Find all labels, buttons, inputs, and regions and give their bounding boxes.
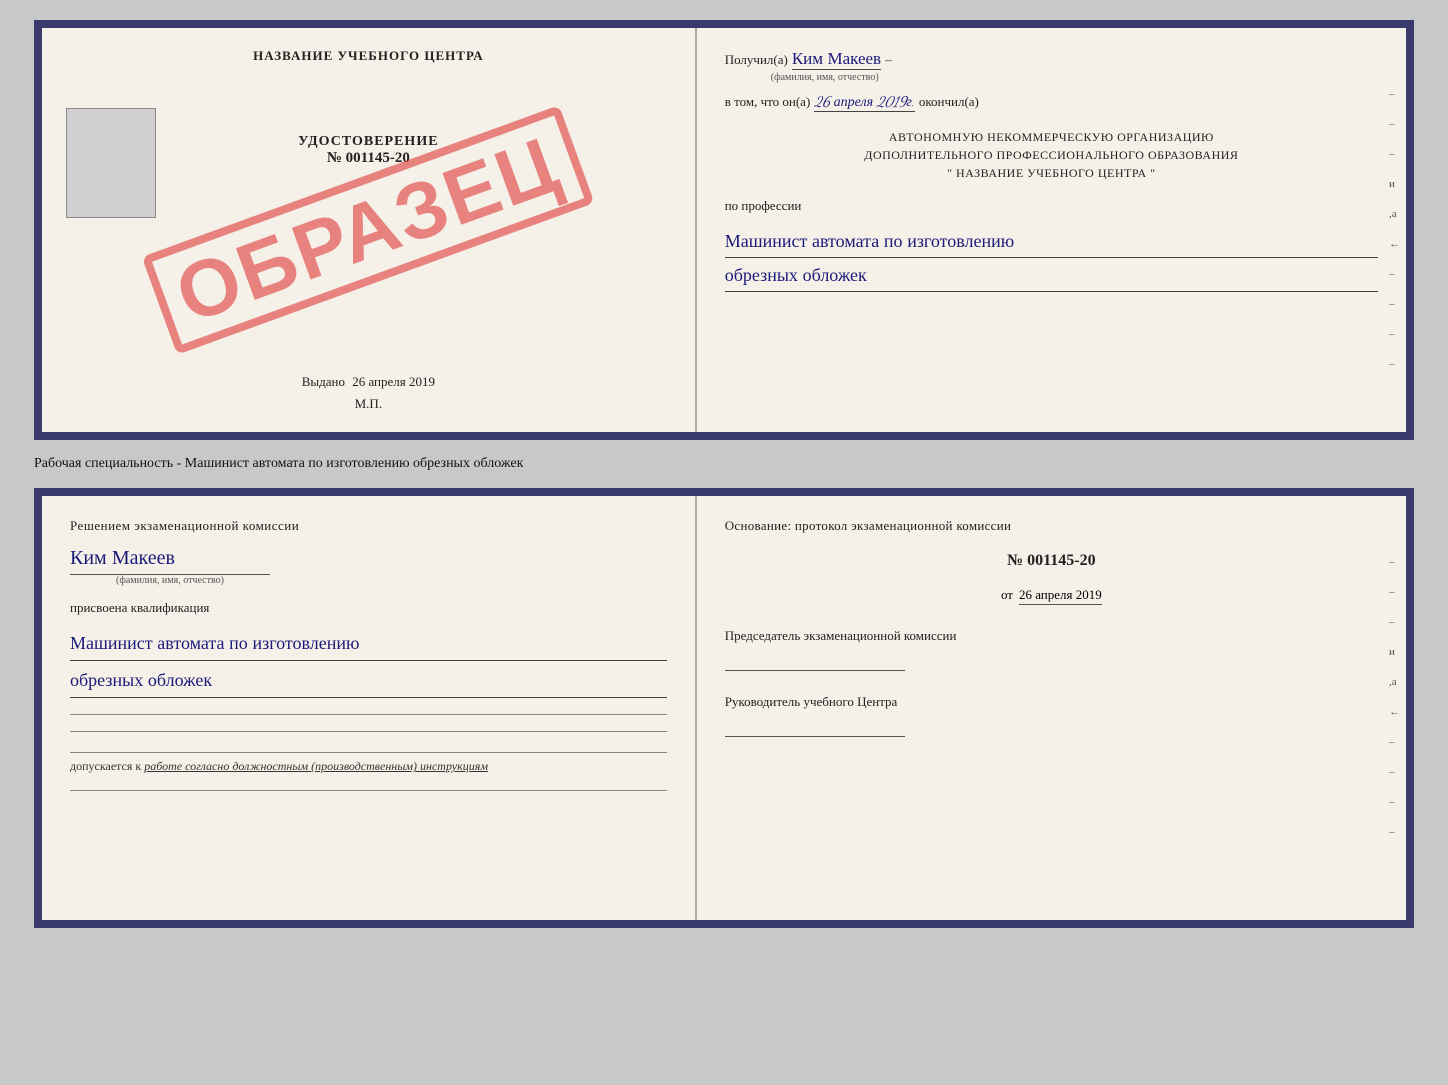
recipient-name: Ким Макеев xyxy=(792,48,881,70)
top-doc-left: НАЗВАНИЕ УЧЕБНОГО ЦЕНТРА ОБРАЗЕЦ УДОСТОВ… xyxy=(42,28,697,432)
protocol-date: 26 апреля 2019 xyxy=(1019,587,1102,605)
rukovoditel-label: Руководитель учебного Центра xyxy=(725,693,1378,711)
udostoverenie-label: УДОСТОВЕРЕНИЕ xyxy=(298,134,438,150)
side-marks-top: – – – и ,а ← – – – – xyxy=(1389,88,1400,370)
profession-block: Машинист автомата по изготовлению обрезн… xyxy=(725,224,1378,292)
caption-text: Рабочая специальность - Машинист автомат… xyxy=(34,452,1414,476)
bottom-document: Решением экзаменационной комиссии Ким Ма… xyxy=(34,488,1414,928)
dopuskaetsya-prefix: допускается к xyxy=(70,759,141,773)
dash-1: – xyxy=(885,52,892,68)
profession-line1: Машинист автомата по изготовлению xyxy=(725,228,1378,258)
dopuskaetsya-text: работе согласно должностным (производств… xyxy=(144,759,488,773)
photo-placeholder xyxy=(66,108,156,218)
ot-label: от xyxy=(1001,587,1013,602)
bottom-name-block: Ким Макеев (фамилия, имя, отчество) xyxy=(70,544,667,588)
komissia-header: Решением экзаменационной комиссии xyxy=(70,516,667,536)
org-line3: " НАЗВАНИЕ УЧЕБНОГО ЦЕНТРА " xyxy=(725,164,1378,182)
qual-line2: обрезных обложек xyxy=(70,665,667,698)
rukovoditel-sig-line xyxy=(725,719,905,737)
vtom-label: в том, что он(а) xyxy=(725,94,811,110)
prisvoena-label: присвоена квалификация xyxy=(70,600,667,616)
bottom-name: Ким Макеев xyxy=(70,546,667,570)
vydano-row: Выдано 26 апреля 2019 xyxy=(302,374,435,390)
protocol-date-row: от 26 апреля 2019 xyxy=(725,586,1378,605)
poluchil-label: Получил(a) xyxy=(725,52,788,68)
vtom-date: 26 апреля 2019г. xyxy=(814,93,915,112)
org-line2: ДОПОЛНИТЕЛЬНОГО ПРОФЕССИОНАЛЬНОГО ОБРАЗО… xyxy=(725,146,1378,164)
org-line1: АВТОНОМНУЮ НЕКОММЕРЧЕСКУЮ ОРГАНИЗАЦИЮ xyxy=(725,128,1378,146)
po-professii-label: по профессии xyxy=(725,198,1378,214)
document-container: НАЗВАНИЕ УЧЕБНОГО ЦЕНТРА ОБРАЗЕЦ УДОСТОВ… xyxy=(34,20,1414,928)
recipient-field: Получил(a) Ким Макеев – (фамилия, имя, о… xyxy=(725,48,1378,83)
bottom-doc-left: Решением экзаменационной комиссии Ким Ма… xyxy=(42,496,697,920)
qual-block: Машинист автомата по изготовлению обрезн… xyxy=(70,624,667,699)
dopuskaetsya-block: допускается к работе согласно должностны… xyxy=(70,752,667,774)
mp-label: М.П. xyxy=(355,396,382,412)
side-marks-bottom: – – – и ,а ← – – – – xyxy=(1389,556,1400,838)
qual-line1: Машинист автомата по изготовлению xyxy=(70,628,667,661)
org-block: АВТОНОМНУЮ НЕКОММЕРЧЕСКУЮ ОРГАНИЗАЦИЮ ДО… xyxy=(725,128,1378,182)
bottom-doc-right: Основание: протокол экзаменационной коми… xyxy=(697,496,1406,920)
fio-sub-top: (фамилия, имя, отчество) xyxy=(725,72,925,83)
top-document: НАЗВАНИЕ УЧЕБНОГО ЦЕНТРА ОБРАЗЕЦ УДОСТОВ… xyxy=(34,20,1414,440)
osnovanie-label: Основание: протокол экзаменационной коми… xyxy=(725,516,1378,536)
vydano-date: 26 апреля 2019 xyxy=(352,374,435,389)
profession-line2: обрезных обложек xyxy=(725,262,1378,292)
rukovoditel-block: Руководитель учебного Центра xyxy=(725,693,1378,737)
okonchil-label: окончил(а) xyxy=(919,94,979,110)
protocol-number: № 001145-20 xyxy=(725,552,1378,570)
vtom-field: в том, что он(а) 26 апреля 2019г. окончи… xyxy=(725,93,1378,112)
vydano-label: Выдано xyxy=(302,374,345,389)
predsedatel-label: Председатель экзаменационной комиссии xyxy=(725,627,1378,645)
predsedatel-sig-line xyxy=(725,653,905,671)
predsedatel-block: Председатель экзаменационной комиссии xyxy=(725,627,1378,671)
fio-sub-bottom: (фамилия, имя, отчество) xyxy=(70,574,270,586)
school-name-top: НАЗВАНИЕ УЧЕБНОГО ЦЕНТРА xyxy=(253,48,484,64)
top-doc-right: Получил(a) Ким Макеев – (фамилия, имя, о… xyxy=(697,28,1406,432)
